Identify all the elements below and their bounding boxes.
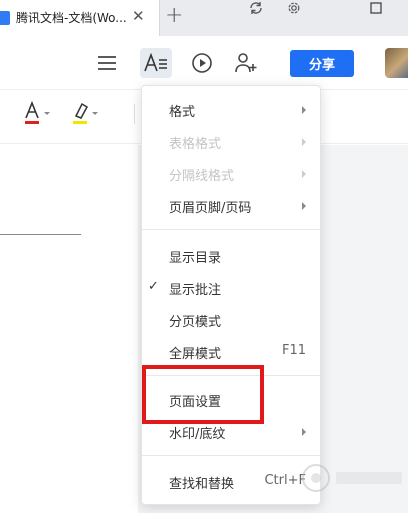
menu-item-label: 格式 [169, 105, 196, 120]
main-toolbar: 分享 [0, 36, 408, 90]
menu-item-show-comments[interactable]: ✓ 显示批注 [142, 272, 320, 304]
submenu-arrow-icon [302, 202, 306, 210]
document-page[interactable] [0, 145, 138, 513]
menu-item-page-mode[interactable]: 分页模式 [142, 304, 320, 336]
submenu-arrow-icon [302, 138, 306, 146]
toolbar-divider [134, 104, 135, 124]
text-format-icon[interactable] [140, 48, 172, 78]
menu-item-label: 分隔线格式 [169, 169, 235, 184]
menu-separator [142, 455, 320, 456]
menu-item-fullscreen[interactable]: 全屏模式 F11 [142, 336, 320, 368]
menu-item-label: 分页模式 [169, 315, 222, 330]
submenu-arrow-icon [302, 106, 306, 114]
submenu-arrow-icon [302, 170, 306, 178]
highlight-color-button[interactable] [70, 100, 106, 128]
menu-item-label: 水印/底纹 [169, 427, 226, 442]
new-tab-icon[interactable]: + [165, 3, 183, 28]
play-icon[interactable] [189, 50, 215, 76]
menu-item-header-footer[interactable]: 页眉页脚/页码 [142, 190, 320, 222]
add-user-icon[interactable] [233, 50, 259, 76]
share-button[interactable]: 分享 [290, 50, 354, 77]
avatar[interactable] [385, 48, 408, 78]
maximize-icon[interactable] [356, 0, 396, 16]
menu-item-label: 表格格式 [169, 137, 222, 152]
watermark-logo [296, 458, 408, 498]
close-tab-icon[interactable]: ✕ [132, 7, 145, 25]
menu-icon[interactable] [94, 50, 120, 76]
highlight-annotation-box [142, 365, 264, 424]
menu-item-label: 页眉页脚/页码 [169, 201, 252, 216]
menu-item-show-toc[interactable]: 显示目录 [142, 240, 320, 272]
document-icon [0, 11, 10, 25]
menu-item-format[interactable]: 格式 [142, 94, 320, 126]
menu-item-find-replace[interactable]: 查找和替换 Ctrl+F [142, 466, 320, 498]
document-tab[interactable]: 腾讯文档-文档(Wo... ✕ [0, 0, 160, 36]
menu-separator [142, 229, 320, 230]
menu-item-label: 查找和替换 [169, 477, 235, 492]
gear-icon[interactable] [274, 0, 314, 16]
submenu-arrow-icon [302, 428, 306, 436]
tab-title: 腾讯文档-文档(Wo... [16, 11, 127, 25]
refresh-icon[interactable] [236, 0, 276, 16]
document-rule [0, 234, 81, 235]
menu-item-label: 全屏模式 [169, 347, 222, 362]
menu-item-label: 显示目录 [169, 251, 222, 266]
tab-bar: 腾讯文档-文档(Wo... ✕ + [0, 0, 408, 36]
menu-item-divider-format: 分隔线格式 [142, 158, 320, 190]
menu-shortcut: F11 [281, 343, 306, 358]
format-dropdown-menu: 格式 表格格式 分隔线格式 页眉页脚/页码 显示目录 ✓ 显示批注 分页模式 全… [141, 85, 321, 505]
checkmark-icon: ✓ [148, 279, 159, 294]
menu-item-table-format: 表格格式 [142, 126, 320, 158]
font-color-button[interactable] [22, 100, 58, 128]
menu-item-label: 显示批注 [169, 283, 222, 298]
